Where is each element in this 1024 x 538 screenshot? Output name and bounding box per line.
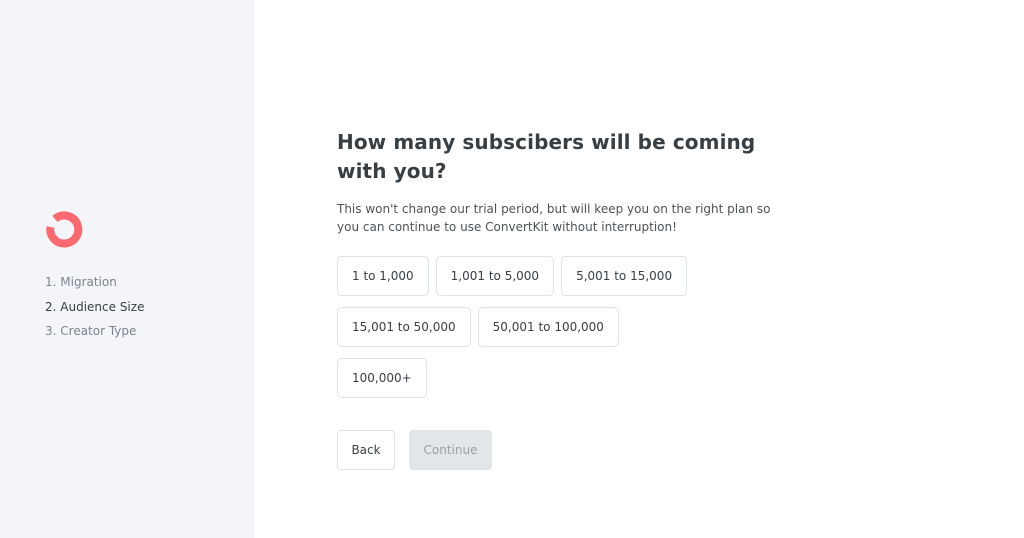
step-creator-type[interactable]: 3. Creator Type: [45, 319, 144, 344]
steps-list: 1. Migration 2. Audience Size 3. Creator…: [45, 270, 144, 344]
back-button[interactable]: Back: [337, 430, 395, 470]
form-actions: Back Continue: [337, 430, 787, 470]
page-subtitle: This won't change our trial period, but …: [337, 202, 771, 234]
option-1-to-1000[interactable]: 1 to 1,000: [337, 256, 429, 296]
main-content: How many subscibers will be coming with …: [337, 128, 787, 470]
option-1001-to-5000[interactable]: 1,001 to 5,000: [435, 256, 555, 296]
convertkit-logo-icon: [46, 211, 83, 248]
sidebar: 1. Migration 2. Audience Size 3. Creator…: [0, 0, 254, 538]
option-15001-to-50000[interactable]: 15,001 to 50,000: [337, 307, 471, 347]
audience-size-options: 1 to 1,000 1,001 to 5,000 5,001 to 15,00…: [337, 256, 697, 398]
option-5001-to-15000[interactable]: 5,001 to 15,000: [561, 256, 688, 296]
option-100000-plus[interactable]: 100,000+: [337, 358, 427, 398]
step-audience-size[interactable]: 2. Audience Size: [45, 295, 144, 320]
continue-button[interactable]: Continue: [409, 430, 492, 470]
page-title: How many subscibers will be coming with …: [337, 130, 756, 183]
step-migration[interactable]: 1. Migration: [45, 270, 144, 295]
option-50001-to-100000[interactable]: 50,001 to 100,000: [477, 307, 619, 347]
